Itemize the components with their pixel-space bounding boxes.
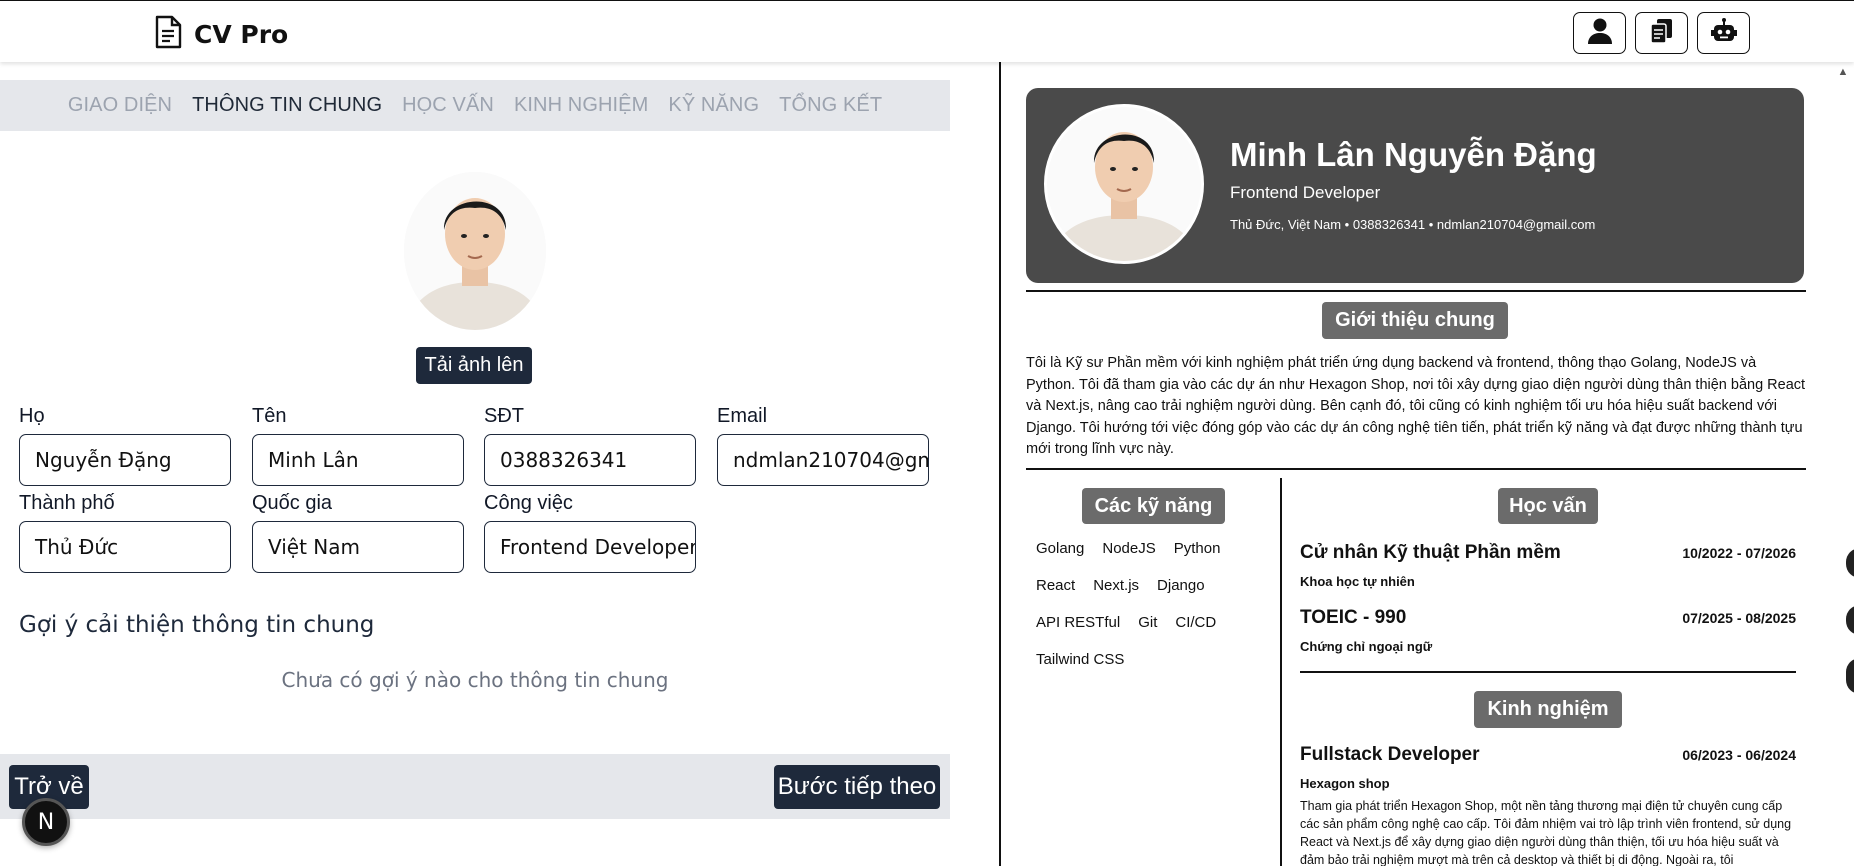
education-title: TOEIC - 990 [1300,607,1407,628]
education-item: Cử nhân Kỹ thuật Phần mềm 10/2022 - 07/2… [1300,542,1796,589]
copy-icon [1648,17,1676,50]
nextjs-dev-badge[interactable]: N [22,798,70,846]
job-label: Công việc [484,492,573,514]
cv-intro-text: Tôi là Kỹ sư Phần mềm với kinh nghiệm ph… [1026,355,1806,457]
intro-section-title: Giới thiệu chung [1322,302,1508,339]
education-section-title: Học vấn [1498,488,1598,524]
cv-photo [1044,104,1204,264]
cv-contact: Thủ Đức, Việt Nam • 0388326341 • ndmlan2… [1230,217,1596,232]
last-name-label: Họ [19,405,45,427]
first-name-input[interactable]: Minh Lân [252,434,464,486]
user-icon [1586,17,1614,50]
education-school: Khoa học tự nhiên [1300,574,1415,589]
experience-item: Fullstack Developer 06/2023 - 06/2024 He… [1300,744,1796,866]
cv-divider [1300,671,1796,673]
experience-title: Fullstack Developer [1300,744,1480,765]
tab-tong-ket[interactable]: TỔNG KẾT [779,94,882,117]
first-name-group: Tên Minh Lân [252,405,464,486]
country-label: Quốc gia [252,492,333,514]
brand[interactable]: CV Pro [154,15,288,54]
panel-divider [999,62,1001,866]
city-label: Thành phố [19,492,115,514]
next-step-button[interactable]: Bước tiếp theo [774,765,940,809]
education-date: 10/2022 - 07/2026 [1682,545,1796,561]
skill-item: NodeJS [1102,540,1156,557]
suggestions-empty: Chưa có gợi ý nào cho thông tin chung [281,668,669,692]
skill-item: Tailwind CSS [1036,651,1125,668]
job-group: Công việc Frontend Developer [484,492,696,573]
scroll-up-arrow[interactable]: ▲ [1836,66,1850,80]
experience-company: Hexagon shop [1300,776,1390,791]
skills-section-title: Các kỹ năng [1082,488,1225,524]
experience-description: Tham gia phát triển Hexagon Shop, một nề… [1300,799,1792,866]
skills-list: Golang NodeJS Python React Next.js Djang… [1036,540,1276,668]
email-label: Email [717,405,768,427]
education-item: TOEIC - 990 07/2025 - 08/2025 Chứng chỉ … [1300,607,1796,654]
phone-group: SĐT 0388326341 [484,405,696,486]
upload-photo-button[interactable]: Tải ảnh lên [416,347,532,384]
first-name-label: Tên [252,405,287,427]
step-tabs: GIAO DIỆN THÔNG TIN CHUNG HỌC VẤN KINH N… [0,80,950,131]
tab-hoc-van[interactable]: HỌC VẤN [402,94,494,117]
skill-item: Golang [1036,540,1085,557]
cv-divider [1026,468,1806,470]
education-date: 07/2025 - 08/2025 [1682,610,1796,626]
country-group: Quốc gia Việt Nam [252,492,464,573]
profile-button[interactable] [1573,12,1626,54]
profile-photo [404,172,546,330]
tab-kinh-nghiem[interactable]: KINH NGHIỆM [514,94,648,117]
cv-name: Minh Lân Nguyễn Đặng [1230,136,1597,173]
tab-giao-dien[interactable]: GIAO DIỆN [68,94,172,117]
skill-item: CI/CD [1175,614,1217,631]
education-school: Chứng chỉ ngoại ngữ [1300,639,1433,654]
country-input[interactable]: Việt Nam [252,521,464,573]
skill-item: Python [1173,540,1221,557]
floating-handle[interactable] [1846,658,1854,694]
city-input[interactable]: Thủ Đức [19,521,231,573]
top-bar: CV Pro [0,0,1854,62]
skill-item: React [1036,577,1076,594]
experience-date: 06/2023 - 06/2024 [1682,747,1796,763]
email-group: Email ndmlan210704@gmail.com [717,405,929,486]
app-title: CV Pro [194,20,289,49]
phone-label: SĐT [484,405,524,427]
experience-section-title: Kinh nghiệm [1474,691,1622,728]
skill-item: API RESTful [1036,614,1121,631]
skill-item: Git [1138,614,1158,631]
tab-thong-tin-chung[interactable]: THÔNG TIN CHUNG [192,94,382,117]
robot-icon [1710,17,1738,50]
skill-item: Next.js [1093,577,1140,594]
education-title: Cử nhân Kỹ thuật Phần mềm [1300,542,1561,563]
last-name-group: Họ Nguyễn Đặng [19,405,231,486]
tab-ky-nang[interactable]: KỸ NĂNG [668,94,759,117]
email-input[interactable]: ndmlan210704@gmail.com [717,434,929,486]
city-group: Thành phố Thủ Đức [19,492,231,573]
skill-item: Django [1157,577,1205,594]
last-name-input[interactable]: Nguyễn Đặng [19,434,231,486]
floating-handle[interactable] [1846,605,1854,635]
cv-column-divider [1280,478,1282,866]
copy-button[interactable] [1635,12,1688,54]
job-input[interactable]: Frontend Developer [484,521,696,573]
phone-input[interactable]: 0388326341 [484,434,696,486]
document-icon [154,15,182,54]
ai-assistant-button[interactable] [1697,12,1750,54]
cv-job-title: Frontend Developer [1230,183,1381,202]
floating-handle[interactable] [1846,548,1854,578]
cv-divider [1026,290,1806,292]
suggestions-title: Gợi ý cải thiện thông tin chung [19,612,375,638]
